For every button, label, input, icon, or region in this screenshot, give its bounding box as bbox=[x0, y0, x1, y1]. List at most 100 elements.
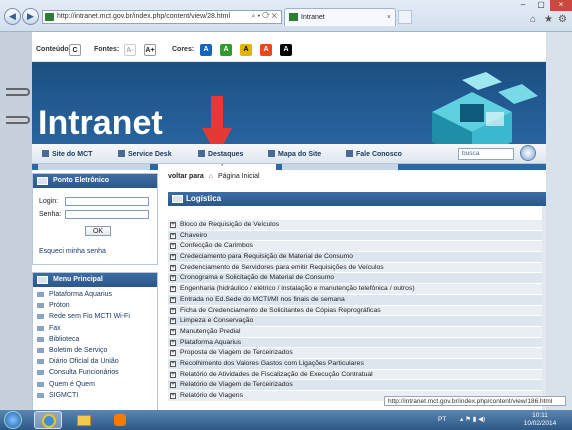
settings-icon[interactable]: ⚙ bbox=[558, 14, 567, 25]
favorites-icon[interactable]: ★ bbox=[544, 14, 553, 25]
expand-icon[interactable]: + bbox=[170, 222, 176, 228]
list-item-label: Relatório de Atividades de Fiscalização … bbox=[180, 370, 373, 378]
menu-item[interactable]: Plataforma Aquarius bbox=[33, 289, 157, 300]
expand-icon[interactable]: + bbox=[170, 339, 176, 346]
expand-icon[interactable]: + bbox=[170, 371, 176, 378]
link-destaques[interactable]: Destaques bbox=[198, 150, 243, 158]
address-tools-icons[interactable]: ⌕ ▾ ⟳ ✕ bbox=[251, 11, 277, 23]
ok-button[interactable]: OK bbox=[85, 226, 111, 236]
link-site-mct[interactable]: Site do MCT bbox=[42, 150, 92, 158]
binder-ring-icon bbox=[6, 116, 30, 124]
expand-icon[interactable]: + bbox=[170, 254, 176, 261]
breadcrumb-home-icon: ⌂ bbox=[208, 173, 213, 180]
expand-icon[interactable]: + bbox=[170, 350, 176, 357]
minimize-button[interactable]: – bbox=[514, 0, 532, 11]
close-window-button[interactable]: × bbox=[550, 0, 572, 11]
explorer-taskbar-icon[interactable] bbox=[70, 411, 98, 429]
list-item[interactable]: + Manutenção Predial bbox=[168, 326, 542, 338]
menu-item[interactable]: Consulta Funcionários bbox=[33, 367, 157, 378]
menu-item[interactable]: Diário Oficial da União bbox=[33, 356, 157, 367]
home-icon[interactable]: ⌂ bbox=[530, 14, 536, 25]
expand-icon[interactable]: + bbox=[170, 382, 176, 389]
start-button-icon[interactable] bbox=[4, 411, 22, 429]
search-input[interactable]: busca bbox=[458, 148, 514, 160]
list-item[interactable]: + Credeciamento para Requisição de Materi… bbox=[168, 252, 542, 263]
link-service-desk[interactable]: Service Desk bbox=[118, 150, 172, 158]
color-orange-button[interactable]: A bbox=[260, 44, 272, 56]
list-item[interactable]: + Plataforma Aquarius bbox=[168, 337, 542, 349]
expand-icon[interactable]: + bbox=[170, 318, 176, 325]
link-fale-conosco[interactable]: Fale Conosco bbox=[346, 150, 402, 158]
list-item[interactable]: + Bloco de Requisição de Veículos bbox=[168, 220, 542, 231]
menu-bullet-icon bbox=[37, 314, 44, 320]
menu-item[interactable]: Quem é Quem bbox=[33, 379, 157, 390]
windows-taskbar: PT ▴ ⚑ ▮ ◀) 10:11 10/02/2014 bbox=[0, 410, 572, 430]
content-scrollbar[interactable] bbox=[542, 206, 546, 410]
maximize-button[interactable]: ▢ bbox=[532, 0, 550, 11]
ponto-eletronico-panel: Ponto Eletrônico Login: Senha: OK Esquec… bbox=[32, 173, 158, 265]
expand-icon[interactable]: + bbox=[170, 393, 176, 399]
forgot-password-link[interactable]: Esqueci minha senha bbox=[39, 248, 106, 255]
list-item-label: Plataforma Aquarius bbox=[180, 338, 242, 346]
expand-icon[interactable]: + bbox=[170, 275, 176, 282]
color-black-button[interactable]: A bbox=[280, 44, 292, 56]
color-yellow-button[interactable]: A bbox=[240, 44, 252, 56]
menu-item[interactable]: Biblioteca bbox=[33, 334, 157, 345]
list-item[interactable]: + Cronograma e Solicitação de Material de… bbox=[168, 273, 542, 285]
address-bar[interactable]: http://intranet.mct.gov.br/index.php/con… bbox=[42, 10, 282, 24]
login-input[interactable] bbox=[65, 197, 149, 206]
menu-item[interactable]: Fax bbox=[33, 323, 157, 334]
expand-icon[interactable]: + bbox=[170, 296, 176, 303]
language-indicator[interactable]: PT bbox=[438, 416, 446, 424]
menu-item[interactable]: Rede sem Fio MCTI Wi-Fi bbox=[33, 311, 157, 322]
list-item[interactable]: + Engenharia (hidráulico / elétrico / ins… bbox=[168, 284, 542, 295]
new-tab-button[interactable] bbox=[398, 10, 412, 24]
expand-icon[interactable]: + bbox=[170, 307, 176, 314]
menu-item-label: Plataforma Aquarius bbox=[49, 291, 113, 298]
list-item[interactable]: + Confecção de Carimbos bbox=[168, 241, 542, 253]
menu-item[interactable]: Boletim de Serviço bbox=[33, 345, 157, 356]
media-player-taskbar-icon[interactable] bbox=[106, 411, 134, 429]
color-green-button[interactable]: A bbox=[220, 44, 232, 56]
expand-icon[interactable]: + bbox=[170, 328, 176, 335]
font-increase-button[interactable]: A+ bbox=[144, 44, 156, 56]
menu-item[interactable]: Próton bbox=[33, 300, 157, 311]
breadcrumb: voltar para ⌂ Página Inicial bbox=[168, 173, 260, 180]
content-button[interactable]: C bbox=[69, 44, 81, 56]
expand-icon[interactable]: + bbox=[170, 243, 176, 250]
link-mapa-site[interactable]: Mapa do Site bbox=[268, 150, 321, 158]
menu-bullet-icon bbox=[37, 292, 44, 297]
tab-close-icon[interactable]: × bbox=[387, 9, 391, 26]
menu-item-label: Próton bbox=[49, 302, 70, 310]
menu-bullet-icon bbox=[37, 325, 44, 331]
list-item[interactable]: + Entrada no Ed.Sede do MCTI/MI nos finai… bbox=[168, 294, 542, 306]
menu-item-label: Fax bbox=[49, 324, 61, 332]
menu-item[interactable]: SIGMCTI bbox=[33, 390, 157, 401]
color-blue-button[interactable]: A bbox=[200, 44, 212, 56]
tray-icons[interactable]: ▴ ⚑ ▮ ◀) bbox=[460, 416, 485, 424]
link-label: Fale Conosco bbox=[356, 151, 402, 158]
list-item[interactable]: + Chaveiro bbox=[168, 230, 542, 242]
expand-icon[interactable]: + bbox=[170, 264, 176, 271]
list-item[interactable]: + Recolhimento dos Valores Gastos com Lig… bbox=[168, 358, 542, 370]
search-icon[interactable] bbox=[520, 145, 536, 161]
expand-icon[interactable]: + bbox=[170, 286, 176, 293]
browser-tab[interactable]: Intranet × bbox=[284, 8, 396, 26]
list-item[interactable]: + Credenciamento de Servidores para emiti… bbox=[168, 262, 542, 274]
list-item[interactable]: + Relatório de Atividades de Fiscalização… bbox=[168, 369, 542, 381]
list-item[interactable]: + Ficha de Credenciamento de Solicitantes… bbox=[168, 305, 542, 317]
media-player-icon bbox=[114, 414, 126, 426]
browser-toolbar: ◀ ▶ http://intranet.mct.gov.br/index.php… bbox=[0, 0, 572, 32]
list-item[interactable]: + Proposta de Viagem de Terceirizados bbox=[168, 348, 542, 359]
list-item[interactable]: + Relatório de Viagem de Terceirizados bbox=[168, 380, 542, 391]
password-input[interactable] bbox=[65, 210, 149, 219]
clock[interactable]: 10:11 10/02/2014 bbox=[520, 412, 560, 428]
forward-icon[interactable]: ▶ bbox=[22, 8, 39, 25]
expand-icon[interactable]: + bbox=[170, 232, 176, 239]
back-icon[interactable]: ◀ bbox=[4, 8, 21, 25]
font-decrease-button[interactable]: A- bbox=[124, 44, 136, 56]
list-item[interactable]: + Limpeza e Conservação bbox=[168, 316, 542, 327]
expand-icon[interactable]: + bbox=[170, 360, 176, 367]
breadcrumb-home-link[interactable]: Página Inicial bbox=[218, 173, 260, 180]
ie-taskbar-icon[interactable] bbox=[34, 411, 62, 429]
